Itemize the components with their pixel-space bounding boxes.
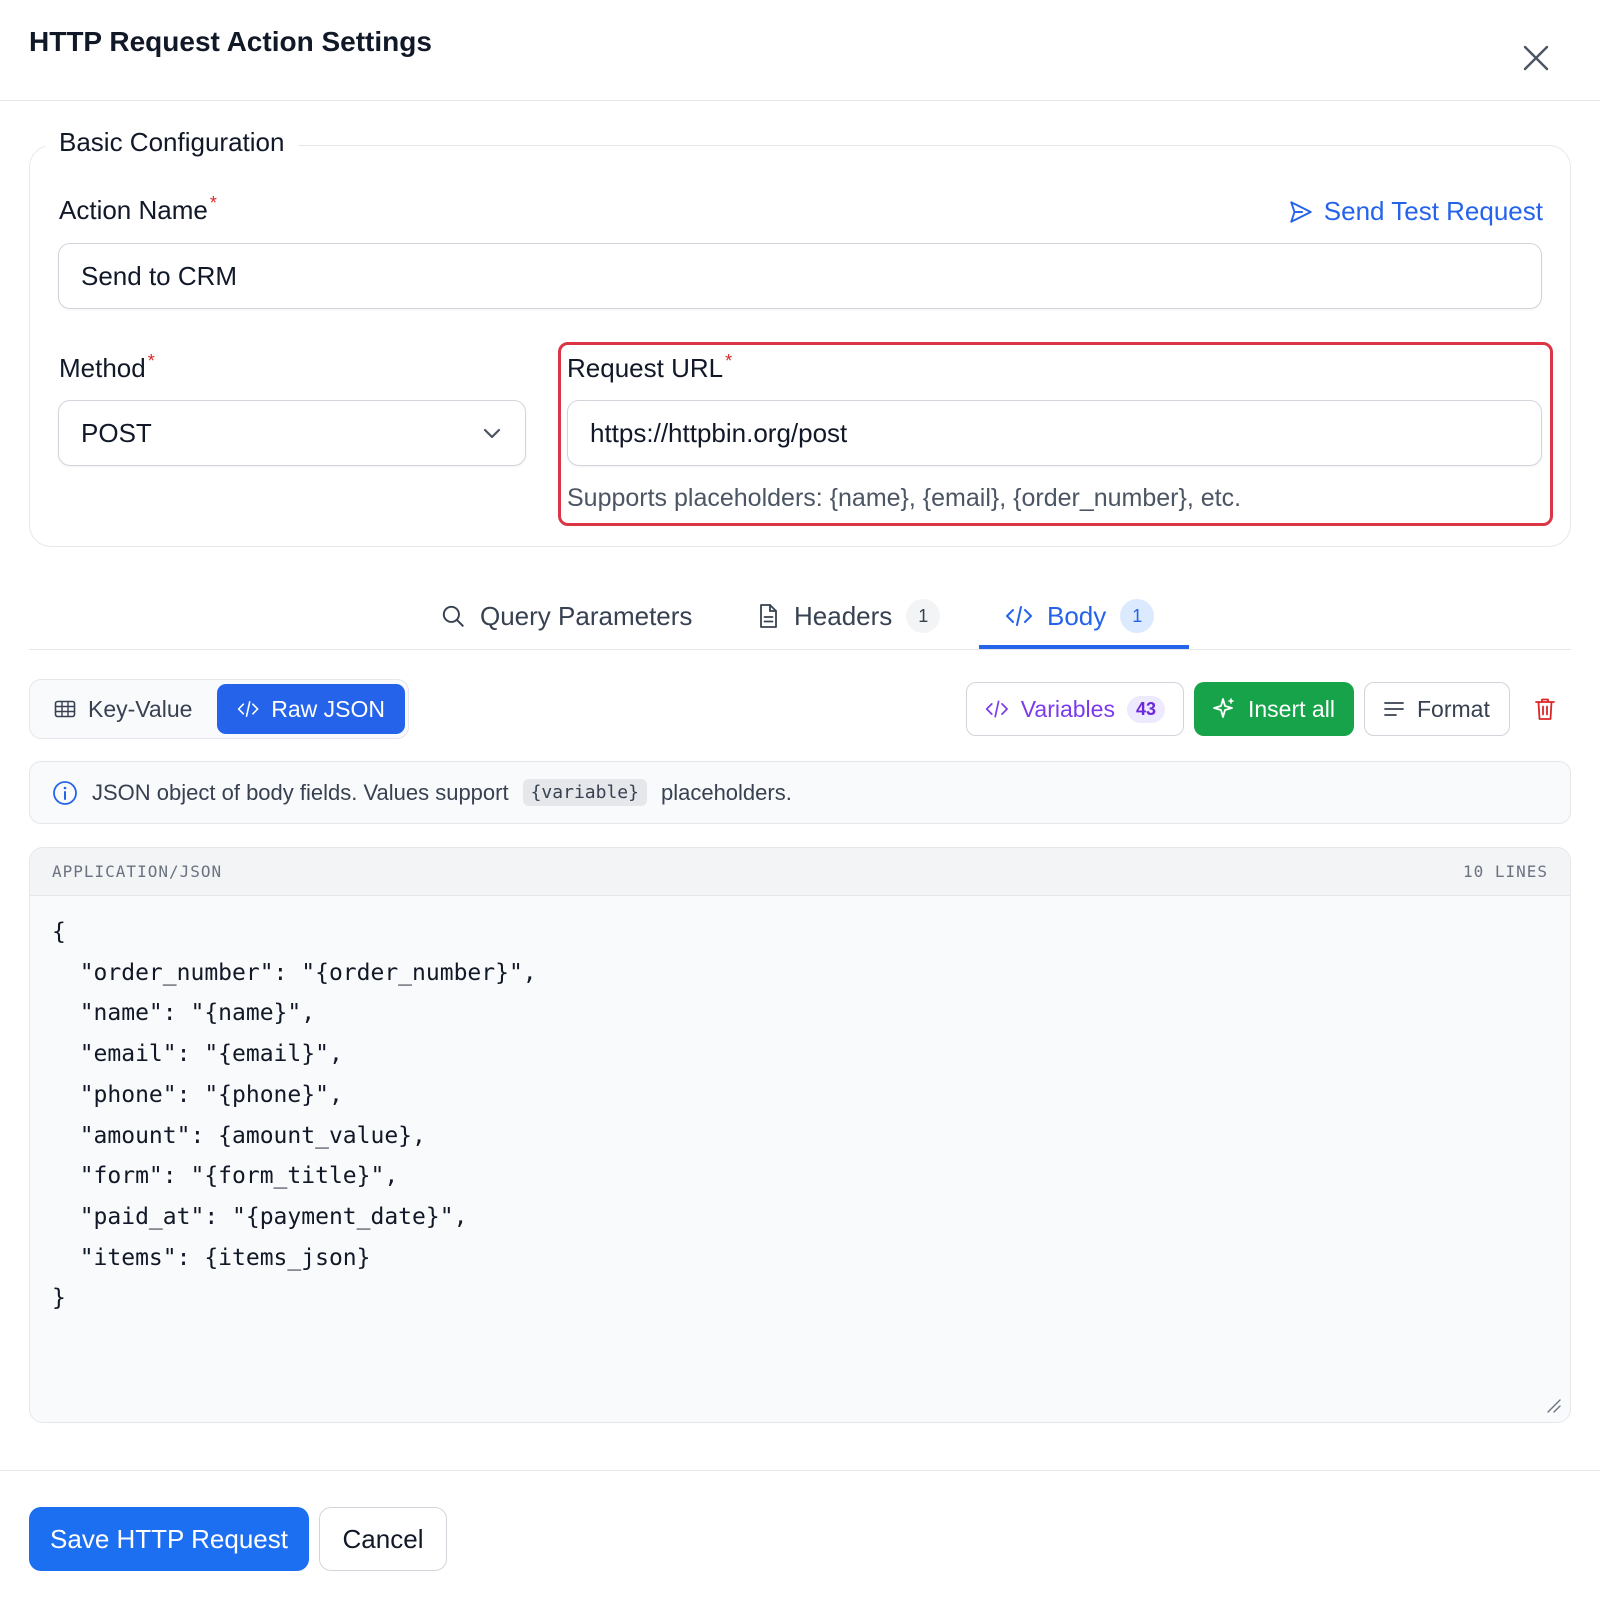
editor-content-type: APPLICATION/JSON xyxy=(52,862,223,881)
body-mode-toggle: Key-Value Raw JSON xyxy=(29,679,409,739)
align-left-icon xyxy=(1384,702,1404,716)
method-label: Method * xyxy=(59,351,155,383)
close-button[interactable] xyxy=(1516,38,1556,78)
action-name-value: Send to CRM xyxy=(81,260,238,291)
close-icon xyxy=(1523,45,1549,71)
tab-query-parameters[interactable]: Query Parameters xyxy=(440,582,692,650)
resize-handle-icon[interactable] xyxy=(1544,1396,1562,1414)
method-value: POST xyxy=(81,417,152,448)
variables-label: Variables xyxy=(1020,695,1115,722)
save-http-request-button[interactable]: Save HTTP Request xyxy=(29,1507,309,1571)
required-mark: * xyxy=(209,193,217,213)
action-name-label: Action Name * xyxy=(59,193,217,225)
key-value-label: Key-Value xyxy=(88,695,193,722)
table-icon xyxy=(54,700,76,718)
editor-header: APPLICATION/JSON 10 LINES xyxy=(30,848,1570,896)
request-url-input[interactable]: https://httpbin.org/post xyxy=(567,400,1542,466)
info-text-after: placeholders. xyxy=(660,779,792,805)
method-select[interactable]: POST xyxy=(58,400,526,466)
search-icon xyxy=(442,605,464,627)
body-info-banner: JSON object of body fields. Values suppo… xyxy=(29,761,1571,824)
chevron-down-icon xyxy=(483,428,501,439)
editor-line-count: 10 LINES xyxy=(1462,862,1548,881)
insert-all-button[interactable]: Insert all xyxy=(1194,682,1354,736)
tab-body-label: Body xyxy=(1047,600,1107,631)
raw-json-label: Raw JSON xyxy=(271,695,385,722)
request-url-value: https://httpbin.org/post xyxy=(590,417,848,448)
info-icon xyxy=(53,780,77,805)
tab-headers[interactable]: Headers 1 xyxy=(756,582,941,650)
format-button[interactable]: Format xyxy=(1364,682,1510,736)
key-value-mode-button[interactable]: Key-Value xyxy=(34,684,212,734)
tab-query-parameters-label: Query Parameters xyxy=(480,600,693,631)
format-label: Format xyxy=(1417,695,1490,722)
clear-body-button[interactable] xyxy=(1528,692,1562,726)
required-mark: * xyxy=(147,351,155,371)
trash-icon xyxy=(1535,698,1555,720)
document-icon xyxy=(760,604,777,628)
send-test-request-button[interactable]: Send Test Request xyxy=(1288,196,1543,227)
raw-json-mode-button[interactable]: Raw JSON xyxy=(217,684,405,734)
tab-body[interactable]: Body 1 xyxy=(1005,582,1155,650)
code-icon xyxy=(985,700,1008,718)
send-icon xyxy=(1290,200,1312,223)
request-url-hint: Supports placeholders: {name}, {email}, … xyxy=(567,484,1242,512)
code-icon xyxy=(1006,606,1032,626)
json-editor: APPLICATION/JSON 10 LINES { "order_numbe… xyxy=(29,847,1571,1423)
modal-title: HTTP Request Action Settings xyxy=(29,26,432,57)
info-text-before: JSON object of body fields. Values suppo… xyxy=(92,779,509,805)
variables-button[interactable]: Variables 43 xyxy=(966,682,1184,736)
required-mark: * xyxy=(725,351,733,371)
send-test-request-label: Send Test Request xyxy=(1323,196,1543,226)
request-url-label: Request URL * xyxy=(567,351,733,383)
body-count-badge: 1 xyxy=(1120,599,1155,633)
variables-count-badge: 43 xyxy=(1126,695,1165,723)
insert-all-label: Insert all xyxy=(1248,695,1335,722)
action-name-input[interactable]: Send to CRM xyxy=(58,243,1542,309)
code-icon xyxy=(237,701,259,717)
basic-configuration-legend: Basic Configuration xyxy=(45,127,299,158)
active-tab-indicator xyxy=(979,645,1189,649)
variable-code-chip: {variable} xyxy=(522,779,647,806)
sparkle-icon xyxy=(1213,698,1234,718)
tab-headers-label: Headers xyxy=(794,600,893,631)
cancel-button[interactable]: Cancel xyxy=(319,1507,447,1571)
json-body-textarea[interactable]: { "order_number": "{order_number}", "nam… xyxy=(52,912,1548,1402)
headers-count-badge: 1 xyxy=(906,599,941,633)
